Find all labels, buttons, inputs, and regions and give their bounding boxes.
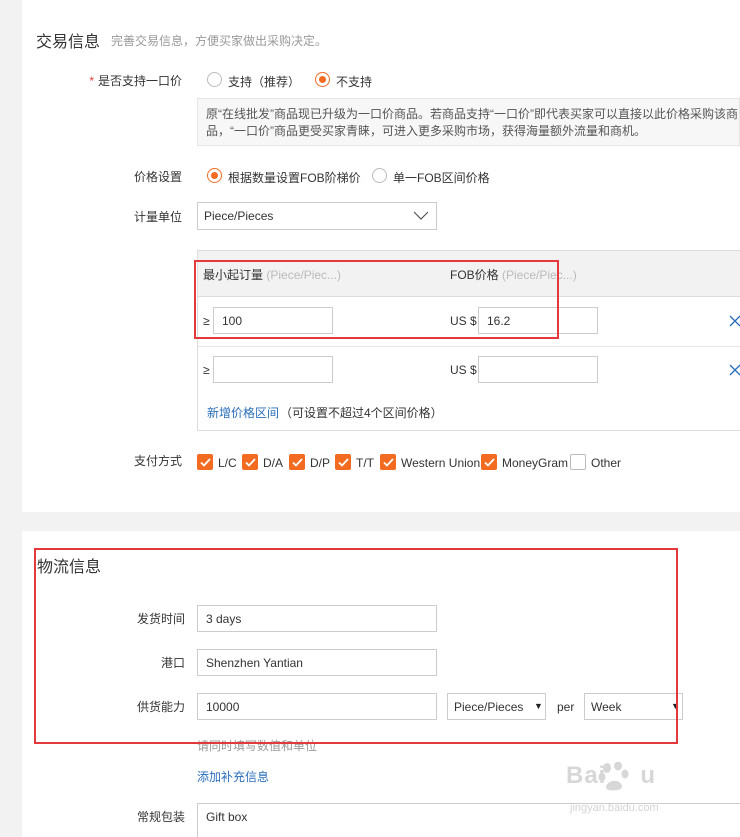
add-price-range-link[interactable]: 新增价格区间 [207, 404, 279, 421]
payment-method-label: L/C [218, 456, 237, 470]
one-price-yes-radio[interactable] [207, 72, 222, 87]
one-price-notice: 原“在线批发”商品现已升级为一口价商品。若商品支持“一口价”即代表买家可以直接以… [197, 98, 740, 146]
payment-method-label: Other [591, 456, 622, 470]
one-price-no-radio[interactable] [315, 72, 330, 87]
required-mark: * [89, 74, 94, 88]
one-price-yes-label[interactable]: 支持（推荐） [228, 73, 300, 90]
checkbox-moneygram[interactable] [481, 454, 497, 470]
watermark-logo-text: Bai u [566, 762, 657, 789]
check-icon [483, 457, 495, 467]
price-highlight-box [194, 260, 559, 339]
payment-label: 支付方式 [133, 454, 182, 468]
ge-symbol: ≥ [203, 363, 210, 377]
fob-price-input[interactable] [478, 356, 598, 383]
checkbox-lc[interactable] [197, 454, 213, 470]
checkbox-dp[interactable] [289, 454, 305, 470]
payment-methods: L/C D/A D/P T/T Western Union MoneyGram … [197, 454, 740, 472]
one-price-no-label[interactable]: 不支持 [336, 73, 372, 90]
price-single-label[interactable]: 单一FOB区间价格 [393, 169, 490, 186]
checkbox-other[interactable] [570, 454, 586, 470]
unit-label: 计量单位 [133, 210, 182, 224]
watermark-site-text: jingyan.baidu.com [570, 802, 659, 814]
baidu-jingyan-watermark: Bai u jingyan.baidu.com [562, 760, 738, 830]
one-price-label: * 是否支持一口价 [89, 74, 182, 88]
close-icon[interactable] [729, 315, 740, 327]
payment-method-label: MoneyGram [502, 456, 569, 470]
close-icon[interactable] [729, 364, 740, 376]
trade-section-subtitle: 完善交易信息，方便买家做出采购决定。 [111, 34, 328, 48]
price-setting-label: 价格设置 [133, 170, 182, 184]
check-icon [291, 457, 303, 467]
unit-select-value: Piece/Pieces [204, 209, 274, 223]
checkbox-da[interactable] [242, 454, 258, 470]
logistics-highlight-box [34, 548, 678, 744]
check-icon [382, 457, 394, 467]
price-single-radio[interactable] [372, 168, 387, 183]
one-price-notice-text: 原“在线批发”商品现已升级为一口价商品。若商品支持“一口价”即代表买家可以直接以… [206, 107, 738, 138]
payment-method-label: D/A [263, 456, 284, 470]
check-icon [244, 457, 256, 467]
check-icon [337, 457, 349, 467]
add-extra-info-link[interactable]: 添加补充信息 [197, 768, 269, 785]
trade-section-title: 交易信息 [36, 34, 101, 51]
price-table-divider [198, 346, 740, 347]
moq-input[interactable] [213, 356, 333, 383]
packaging-label: 常规包装 [136, 810, 185, 824]
checkbox-western-union[interactable] [380, 454, 396, 470]
chevron-down-icon [413, 211, 429, 220]
unit-select[interactable]: Piece/Pieces [197, 202, 437, 230]
payment-method-label: T/T [356, 456, 374, 470]
checkbox-tt[interactable] [335, 454, 351, 470]
check-icon [199, 457, 211, 467]
price-tiered-label[interactable]: 根据数量设置FOB阶梯价 [228, 169, 361, 186]
currency-label: US $ [450, 363, 477, 377]
price-tiered-radio[interactable] [207, 168, 222, 183]
payment-method-label: Western Union [401, 456, 481, 470]
add-price-range-hint: （可设置不超过4个区间价格） [280, 406, 443, 420]
payment-method-label: D/P [310, 456, 331, 470]
